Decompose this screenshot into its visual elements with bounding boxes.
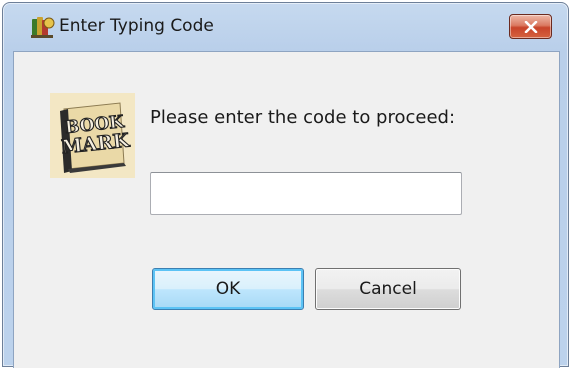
close-button[interactable] (509, 14, 552, 39)
title-bar[interactable]: Enter Typing Code (3, 3, 568, 51)
window-title: Enter Typing Code (59, 16, 214, 36)
dialog-client-area: BOOK MARK Please enter the code to proce… (13, 51, 560, 368)
cancel-button[interactable]: Cancel (315, 268, 461, 310)
prompt-label: Please enter the code to proceed: (150, 107, 456, 128)
bookmark-app-icon (31, 15, 55, 39)
ok-button[interactable]: OK (152, 268, 304, 310)
dialog-window: Enter Typing Code BOOK MARK Please enter… (2, 2, 569, 368)
code-input[interactable] (150, 172, 462, 215)
close-icon (524, 20, 537, 33)
bookmark-logo: BOOK MARK (50, 93, 135, 178)
